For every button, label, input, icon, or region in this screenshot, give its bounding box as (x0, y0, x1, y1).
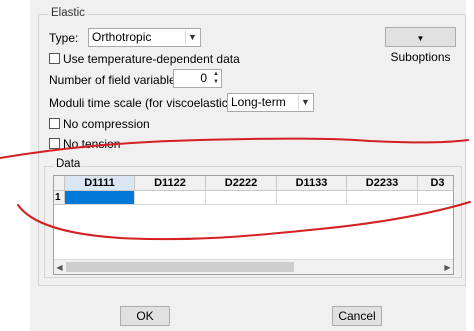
no-compression-label: No compression (63, 117, 150, 131)
field-variables-label: Number of field variables: (49, 73, 186, 87)
field-variables-value: 0 (200, 71, 207, 85)
table-cell[interactable] (135, 191, 206, 205)
table-corner (54, 176, 65, 191)
right-background (466, 0, 474, 331)
moduli-time-scale-combobox[interactable]: Long-term ▼ (227, 93, 314, 112)
no-compression-checkbox[interactable] (49, 118, 60, 129)
scroll-right-icon[interactable]: ▶ (442, 260, 453, 274)
field-variables-stepper[interactable]: ▲ ▼ (211, 70, 221, 87)
temp-dependent-checkbox[interactable] (49, 53, 60, 64)
suboptions-button[interactable]: ▼ Suboptions (385, 27, 456, 64)
column-header[interactable]: D2222 (206, 176, 277, 191)
column-header[interactable]: D3 (418, 176, 453, 191)
table-cell[interactable] (347, 191, 418, 205)
chevron-down-icon: ▼ (298, 95, 312, 110)
data-group-title: Data (54, 158, 83, 170)
no-tension-label: No tension (63, 137, 121, 151)
left-background (0, 0, 30, 331)
row-header[interactable]: 1 (54, 191, 65, 205)
dropdown-triangle-icon: ▼ (416, 34, 425, 43)
column-header[interactable]: D1111 (65, 176, 135, 191)
column-header[interactable]: D1122 (135, 176, 206, 191)
table-cell[interactable] (277, 191, 347, 205)
column-header[interactable]: D1133 (277, 176, 347, 191)
cancel-button[interactable]: Cancel (332, 306, 382, 326)
moduli-time-scale-label: Moduli time scale (for viscoelasticity): (49, 96, 248, 110)
type-combobox-value: Orthotropic (92, 30, 152, 44)
suboptions-label: Suboptions (390, 50, 451, 64)
scrollbar-thumb[interactable] (66, 262, 294, 272)
horizontal-scrollbar[interactable]: ◀ ▶ (54, 259, 453, 274)
stepper-up-icon[interactable]: ▲ (211, 70, 221, 78)
chevron-down-icon: ▼ (185, 30, 199, 45)
ok-button[interactable]: OK (120, 306, 170, 326)
data-table[interactable]: D1111 D1122 D2222 D1133 D2233 D3 1 ◀ ▶ (53, 175, 454, 275)
elastic-group-title: Elastic (48, 7, 88, 19)
moduli-time-scale-value: Long-term (231, 95, 286, 109)
type-combobox[interactable]: Orthotropic ▼ (88, 28, 201, 47)
table-cell[interactable] (206, 191, 277, 205)
stepper-down-icon[interactable]: ▼ (211, 78, 221, 86)
type-label: Type: (49, 31, 79, 45)
table-cell-selected[interactable] (65, 191, 135, 205)
table-cell[interactable] (418, 191, 453, 205)
scroll-left-icon[interactable]: ◀ (54, 260, 65, 274)
temp-dependent-label: Use temperature-dependent data (63, 52, 240, 66)
no-tension-checkbox[interactable] (49, 138, 60, 149)
column-header[interactable]: D2233 (347, 176, 418, 191)
